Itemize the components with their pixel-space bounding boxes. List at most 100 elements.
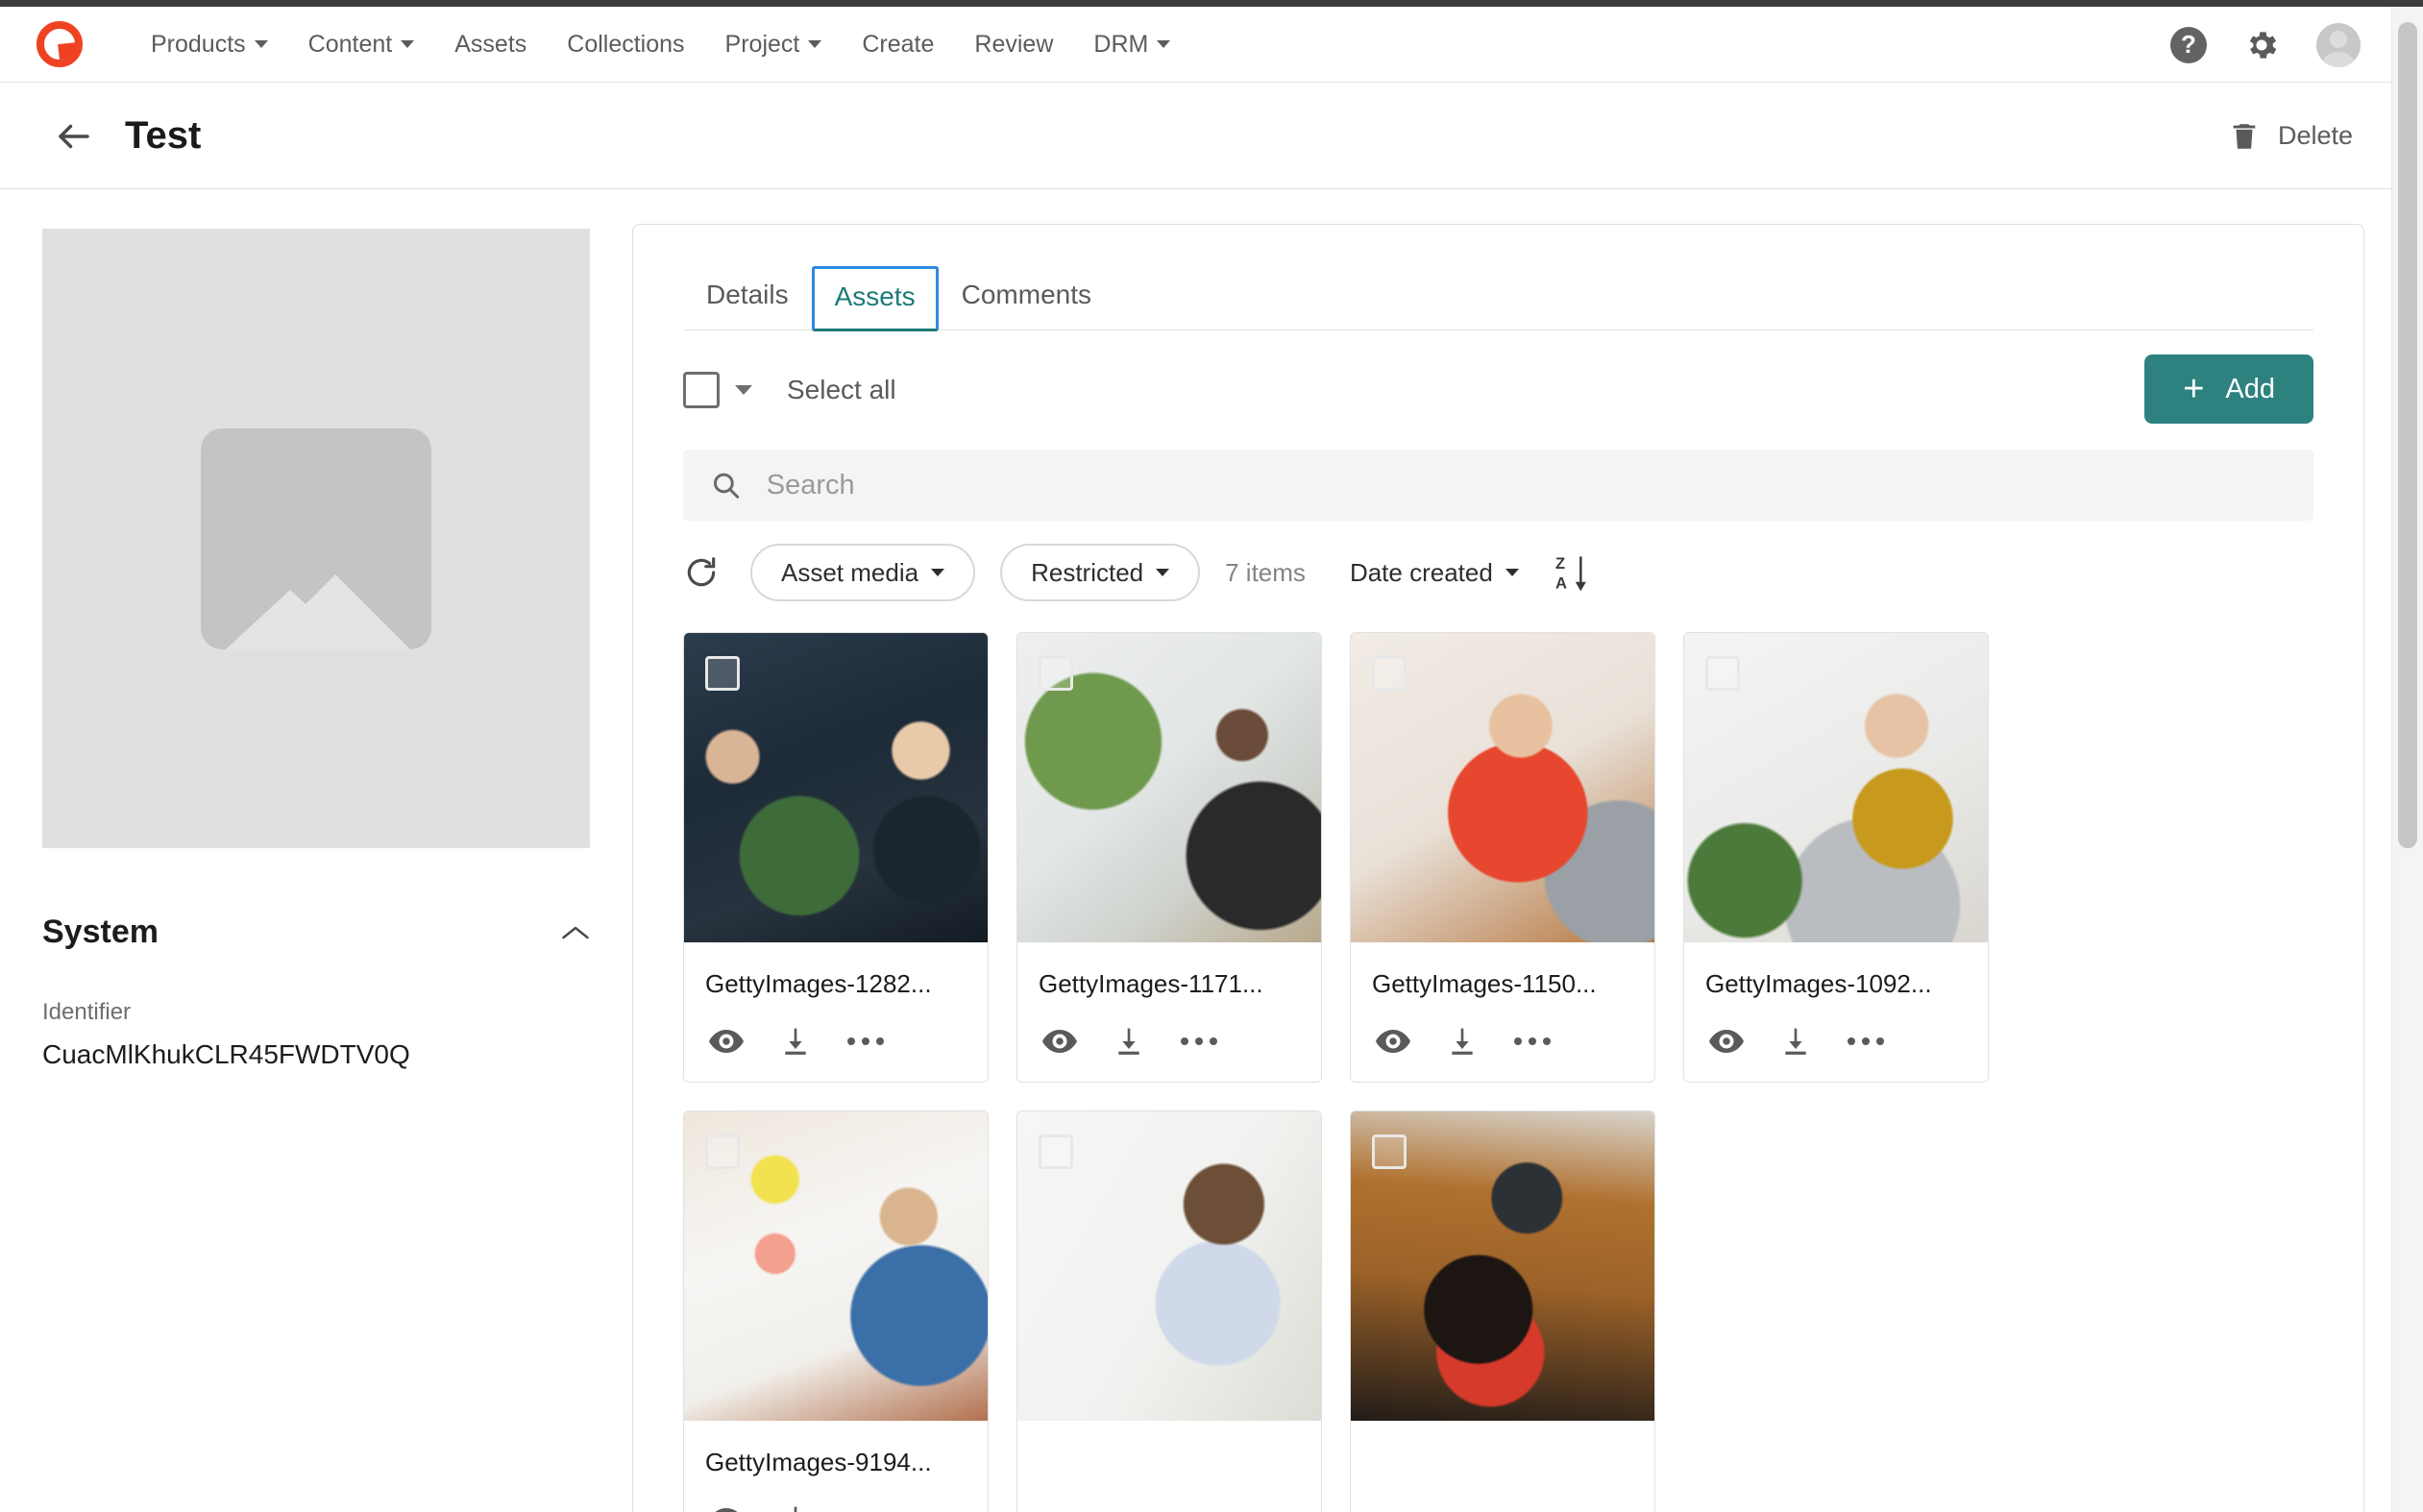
asset-card[interactable] <box>1016 1110 1322 1512</box>
image-placeholder-icon <box>201 427 431 649</box>
page-scrollbar-thumb[interactable] <box>2398 22 2417 848</box>
tab-comments[interactable]: Comments <box>939 264 1114 329</box>
help-icon[interactable]: ? <box>2170 26 2207 63</box>
sort-by-dropdown[interactable]: Date created <box>1350 558 1519 588</box>
svg-text:Z: Z <box>1555 554 1565 573</box>
more-options-icon[interactable] <box>1181 1037 1217 1045</box>
download-icon[interactable] <box>1447 1026 1478 1057</box>
assets-panel: Details Assets Comments Select all + Add… <box>632 224 2364 1512</box>
asset-thumbnail[interactable] <box>684 1111 988 1421</box>
preview-eye-icon[interactable] <box>709 1507 744 1512</box>
asset-card[interactable]: GettyImages-1150... <box>1350 632 1655 1083</box>
preview-eye-icon[interactable] <box>709 1029 744 1054</box>
asset-title: GettyImages-1150... <box>1372 969 1597 998</box>
plus-icon: + <box>2183 369 2205 409</box>
nav-menu: Products Content Assets Collections Proj… <box>131 31 1190 59</box>
asset-actions <box>1017 999 1321 1082</box>
asset-card[interactable] <box>1350 1110 1655 1512</box>
select-all-checkbox[interactable] <box>683 372 720 408</box>
asset-checkbox[interactable] <box>1372 1134 1407 1169</box>
download-icon[interactable] <box>780 1026 811 1057</box>
nav-label: Products <box>151 30 246 58</box>
chevron-down-icon <box>808 40 822 48</box>
asset-thumbnail[interactable] <box>1351 633 1654 942</box>
search-box[interactable] <box>683 450 2313 521</box>
nav-label: Create <box>862 30 935 58</box>
asset-card[interactable]: GettyImages-1282... <box>683 632 989 1083</box>
chevron-up-icon[interactable] <box>561 924 590 941</box>
download-icon[interactable] <box>1114 1026 1144 1057</box>
nav-item-drm[interactable]: DRM <box>1073 31 1190 59</box>
nav-item-collections[interactable]: Collections <box>547 31 704 59</box>
asset-checkbox[interactable] <box>1705 656 1740 691</box>
nav-item-review[interactable]: Review <box>954 31 1073 59</box>
nav-label: Project <box>724 30 800 58</box>
asset-thumbnail[interactable] <box>1351 1111 1654 1421</box>
preview-eye-icon[interactable] <box>1042 1029 1077 1054</box>
asset-card[interactable]: GettyImages-9194... <box>683 1110 989 1512</box>
asset-thumbnail[interactable] <box>1017 1111 1321 1421</box>
nav-item-create[interactable]: Create <box>842 31 954 59</box>
download-icon[interactable] <box>1780 1026 1811 1057</box>
asset-actions <box>684 1477 988 1512</box>
asset-thumbnail[interactable] <box>684 633 988 942</box>
nav-item-products[interactable]: Products <box>131 31 288 59</box>
preview-eye-icon[interactable] <box>1376 1029 1410 1054</box>
sort-direction-icon[interactable]: Z A <box>1555 552 1590 593</box>
user-avatar[interactable] <box>2316 22 2361 67</box>
asset-checkbox[interactable] <box>1039 656 1073 691</box>
back-arrow-icon[interactable] <box>54 116 94 157</box>
asset-thumbnail[interactable] <box>1684 633 1988 942</box>
brand-logo-icon[interactable] <box>35 19 85 69</box>
nav-item-assets[interactable]: Assets <box>434 31 547 59</box>
add-button[interactable]: + Add <box>2144 354 2313 424</box>
more-options-icon[interactable] <box>1514 1037 1551 1045</box>
window-top-strip <box>0 0 2423 7</box>
asset-checkbox[interactable] <box>1039 1134 1073 1169</box>
preview-placeholder <box>42 229 590 848</box>
nav-label: Content <box>307 30 393 58</box>
navbar-actions: ? <box>2170 7 2361 83</box>
gear-icon[interactable] <box>2243 27 2280 63</box>
tab-assets[interactable]: Assets <box>811 266 939 331</box>
select-all-label: Select all <box>787 375 896 404</box>
filter-label: Asset media <box>781 557 919 587</box>
svg-text:A: A <box>1555 574 1567 593</box>
more-options-icon[interactable] <box>1848 1037 1884 1045</box>
preview-eye-icon[interactable] <box>1709 1029 1744 1054</box>
page-scrollbar-track[interactable] <box>2391 7 2423 1512</box>
refresh-icon[interactable] <box>683 554 720 591</box>
panel-tabs: Details Assets Comments <box>683 225 2313 331</box>
identifier-label: Identifier <box>42 999 132 1025</box>
filter-restricted[interactable]: Restricted <box>1000 544 1201 601</box>
more-options-icon[interactable] <box>847 1037 884 1045</box>
asset-title <box>1351 1421 1654 1448</box>
nav-item-content[interactable]: Content <box>288 31 435 59</box>
search-input[interactable] <box>766 469 2287 501</box>
asset-checkbox[interactable] <box>705 656 740 691</box>
asset-title <box>1017 1421 1321 1448</box>
system-section-header[interactable]: System <box>42 914 590 951</box>
asset-grid: GettyImages-1282... GettyImages-1171... <box>683 632 2313 1512</box>
chevron-down-icon <box>401 40 415 48</box>
trash-icon <box>2233 123 2256 149</box>
asset-card[interactable]: GettyImages-1092... <box>1683 632 1989 1083</box>
filter-row: Asset media Restricted 7 items Date crea… <box>683 521 2313 624</box>
select-all-dropdown-icon[interactable] <box>735 385 752 395</box>
chevron-down-icon <box>1156 569 1170 576</box>
filter-asset-media[interactable]: Asset media <box>750 544 976 601</box>
asset-title: GettyImages-1282... <box>705 969 932 998</box>
nav-item-project[interactable]: Project <box>705 31 843 59</box>
asset-checkbox[interactable] <box>1372 656 1407 691</box>
tab-details[interactable]: Details <box>683 264 812 329</box>
page-header: Test Delete <box>0 84 2391 189</box>
nav-label: Assets <box>454 30 527 58</box>
nav-label: Review <box>974 30 1054 58</box>
asset-thumbnail[interactable] <box>1017 633 1321 942</box>
asset-actions <box>1351 999 1654 1082</box>
download-icon[interactable] <box>780 1504 811 1512</box>
delete-button[interactable]: Delete <box>2228 120 2353 153</box>
asset-card[interactable]: GettyImages-1171... <box>1016 632 1322 1083</box>
page-title: Test <box>125 114 202 157</box>
asset-checkbox[interactable] <box>705 1134 740 1169</box>
